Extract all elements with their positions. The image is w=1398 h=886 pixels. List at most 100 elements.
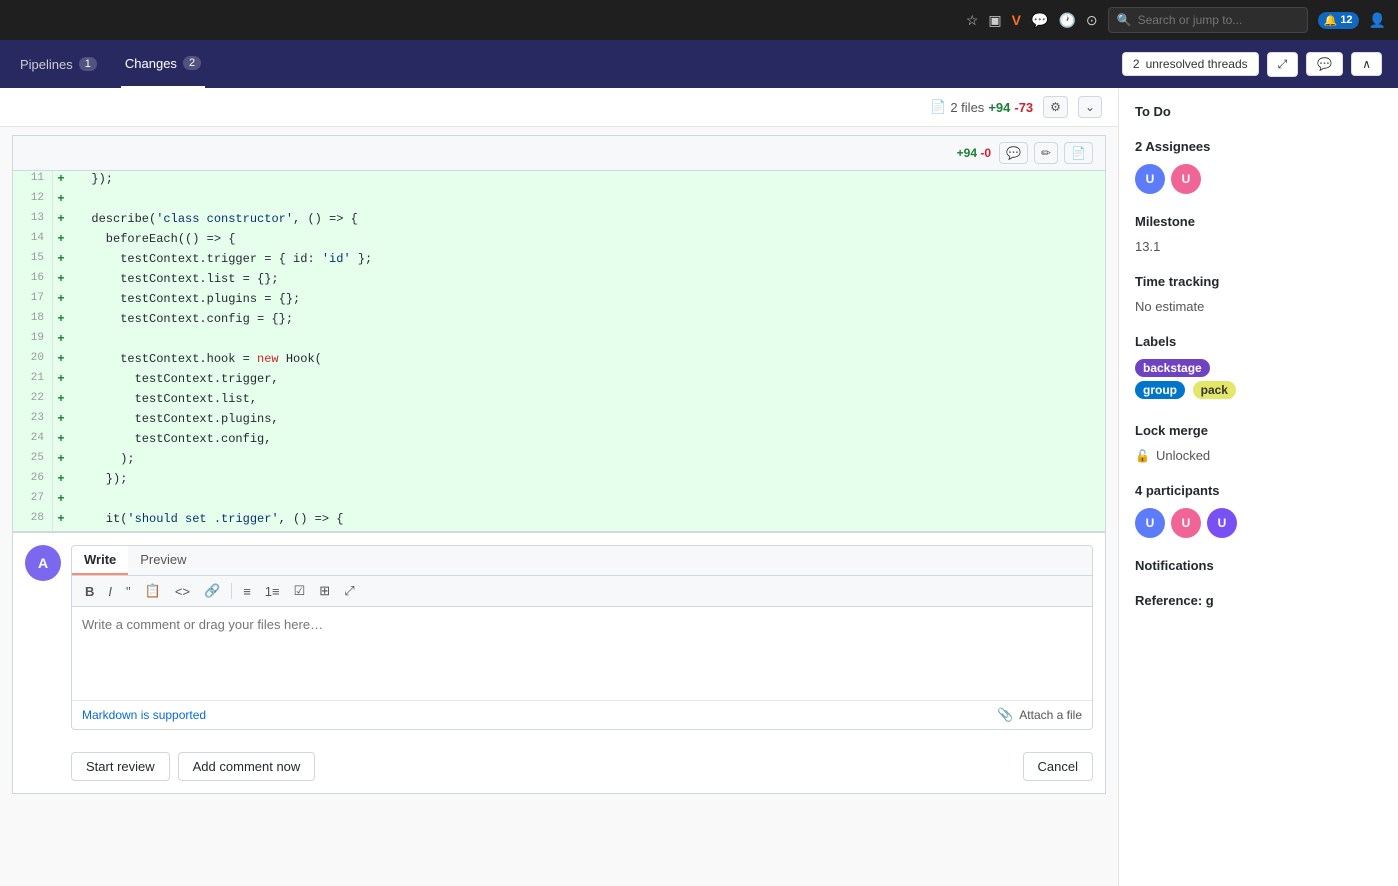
sidebar-time-tracking: Time tracking No estimate [1135, 274, 1382, 314]
tab-preview[interactable]: Preview [128, 546, 198, 575]
sidebar-lock: Lock merge 🔓 Unlocked [1135, 423, 1382, 463]
checklist-btn[interactable]: ☑ [289, 580, 311, 602]
participant-avatar-3: U [1207, 508, 1237, 538]
diff-line: 16 + testContext.list = {}; [13, 271, 1105, 291]
chrome-icon[interactable]: ⊙ [1086, 12, 1098, 29]
notification-badge[interactable]: 🔔 12 [1318, 12, 1359, 29]
label-pack[interactable]: pack [1193, 381, 1236, 399]
ul-btn[interactable]: ≡ [238, 581, 256, 602]
comment-editor: Write Preview B I " 📋 <> 🔗 ≡ 1≡ [71, 545, 1093, 730]
diff-line: 28 + it('should set .trigger', () => { [13, 511, 1105, 531]
diff-line: 25 + ); [13, 451, 1105, 471]
user-avatar-top[interactable]: 👤 [1369, 12, 1386, 29]
v-icon[interactable]: V [1012, 12, 1021, 28]
diff-line: 13 + describe('class constructor', () =>… [13, 211, 1105, 231]
file-count: 📄 2 files +94 -73 [930, 99, 1033, 115]
diff-line: 24 + testContext.config, [13, 431, 1105, 451]
participant-avatar-2: U [1171, 508, 1201, 538]
labels-list: backstage group pack [1135, 359, 1382, 403]
comment-box-inner: A Write Preview B I " 📋 <> 🔗 [13, 533, 1105, 742]
unresolved-threads-button[interactable]: 2 unresolved threads [1122, 52, 1259, 76]
settings-icon-btn[interactable]: ⚙ [1043, 96, 1068, 118]
bold-btn[interactable]: B [80, 581, 99, 602]
clock-icon[interactable]: 🕐 [1058, 12, 1075, 29]
sidebar-assignees: 2 Assignees U U [1135, 139, 1382, 194]
editor-toolbar: B I " 📋 <> 🔗 ≡ 1≡ ☑ ⊞ ⤢ [72, 576, 1092, 607]
lock-title: Lock merge [1135, 423, 1382, 438]
time-tracking-title: Time tracking [1135, 274, 1382, 289]
expand-diff-btn[interactable]: ⌄ [1078, 96, 1102, 118]
markdown-link[interactable]: Markdown is supported [82, 708, 206, 722]
participants-title: 4 participants [1135, 483, 1382, 498]
search-input[interactable] [1138, 13, 1299, 27]
comment-icon-btn[interactable]: 💬 [1306, 52, 1343, 76]
content-area: 📄 2 files +94 -73 ⚙ ⌄ +94 -0 💬 ✏ 📄 11 [0, 88, 1118, 886]
label-group[interactable]: group [1135, 381, 1185, 399]
diff-line: 12 + [13, 191, 1105, 211]
chat-icon[interactable]: 💬 [1031, 12, 1048, 29]
diff-line: 18 + testContext.config = {}; [13, 311, 1105, 331]
sidebar-milestone: Milestone 13.1 [1135, 214, 1382, 254]
participant-avatar-1: U [1135, 508, 1165, 538]
collapse-icon-btn[interactable]: ∧ [1351, 52, 1382, 76]
editor-tabs: Write Preview [72, 546, 1092, 576]
diff-line: 23 + testContext.plugins, [13, 411, 1105, 431]
snippet-btn[interactable]: 📋 [140, 580, 166, 602]
diff-line: 19 + [13, 331, 1105, 351]
tab-write[interactable]: Write [72, 546, 128, 575]
fullscreen-btn[interactable]: ⤢ [339, 580, 359, 602]
diff-line: 26 + }); [13, 471, 1105, 491]
cancel-button[interactable]: Cancel [1023, 752, 1093, 781]
main-layout: 📄 2 files +94 -73 ⚙ ⌄ +94 -0 💬 ✏ 📄 11 [0, 88, 1398, 886]
quote-btn[interactable]: " [121, 581, 136, 602]
diff-line: 20 + testContext.hook = new Hook( [13, 351, 1105, 371]
search-bar[interactable]: 🔍 [1108, 7, 1308, 33]
search-icon: 🔍 [1117, 13, 1132, 27]
add-comment-button[interactable]: Add comment now [178, 752, 316, 781]
comment-textarea[interactable] [72, 607, 1092, 697]
time-tracking-value: No estimate [1135, 299, 1382, 314]
sub-nav: Pipelines 1 Changes 2 2 unresolved threa… [0, 40, 1398, 88]
comment-box-wrapper: A Write Preview B I " 📋 <> 🔗 [12, 532, 1106, 794]
sidebar-reference: Reference: g [1135, 593, 1382, 608]
table-btn[interactable]: ⊞ [314, 580, 335, 602]
diff-line: 22 + testContext.list, [13, 391, 1105, 411]
code-btn[interactable]: <> [170, 581, 195, 602]
edit-diff-btn[interactable]: ✏ [1034, 142, 1058, 164]
nav-icons: ☆ ▣ V 💬 🕐 ⊙ [966, 12, 1098, 29]
tab-changes[interactable]: Changes 2 [121, 40, 205, 88]
assignee-list: U U [1135, 164, 1382, 194]
diff-header: +94 -0 💬 ✏ 📄 [12, 135, 1106, 171]
sub-nav-right: 2 unresolved threads ⤢ 💬 ∧ [1122, 52, 1382, 77]
tab-pipelines[interactable]: Pipelines 1 [16, 40, 101, 88]
participants-list: U U U [1135, 508, 1382, 538]
milestone-value: 13.1 [1135, 239, 1382, 254]
sidebar-labels: Labels backstage group pack [1135, 334, 1382, 403]
doc-icon[interactable]: ▣ [988, 12, 1001, 29]
italic-btn[interactable]: I [103, 581, 117, 602]
comment-diff-btn[interactable]: 💬 [999, 142, 1028, 164]
attach-icon: 📎 [997, 707, 1013, 723]
start-review-button[interactable]: Start review [71, 752, 170, 781]
diff-view-icons: 💬 ✏ 📄 [999, 142, 1093, 164]
file-icon: 📄 [930, 99, 946, 115]
star-icon[interactable]: ☆ [966, 12, 979, 29]
diff-line-stats: +94 -0 [957, 146, 991, 160]
diff-line: 27 + [13, 491, 1105, 511]
editor-footer: Markdown is supported 📎 Attach a file [72, 700, 1092, 729]
diff-line: 21 + testContext.trigger, [13, 371, 1105, 391]
file-stats-bar: 📄 2 files +94 -73 ⚙ ⌄ [0, 88, 1118, 127]
sidebar-notifications: Notifications [1135, 558, 1382, 573]
expand-icon-btn[interactable]: ⤢ [1267, 52, 1299, 77]
notifications-title: Notifications [1135, 558, 1382, 573]
code-diff: 11 + }); 12 + 13 + describe('class const… [12, 171, 1106, 532]
attach-file-btn[interactable]: Attach a file [1019, 708, 1082, 722]
label-backstage[interactable]: backstage [1135, 359, 1210, 377]
file-diff-btn[interactable]: 📄 [1064, 142, 1093, 164]
diff-line: 11 + }); [13, 171, 1105, 191]
link-btn[interactable]: 🔗 [199, 580, 225, 602]
reference-title: Reference: g [1135, 593, 1382, 608]
sidebar: To Do 2 Assignees U U Milestone 13.1 Tim… [1118, 88, 1398, 886]
lock-row: 🔓 Unlocked [1135, 448, 1382, 463]
ol-btn[interactable]: 1≡ [260, 581, 285, 602]
